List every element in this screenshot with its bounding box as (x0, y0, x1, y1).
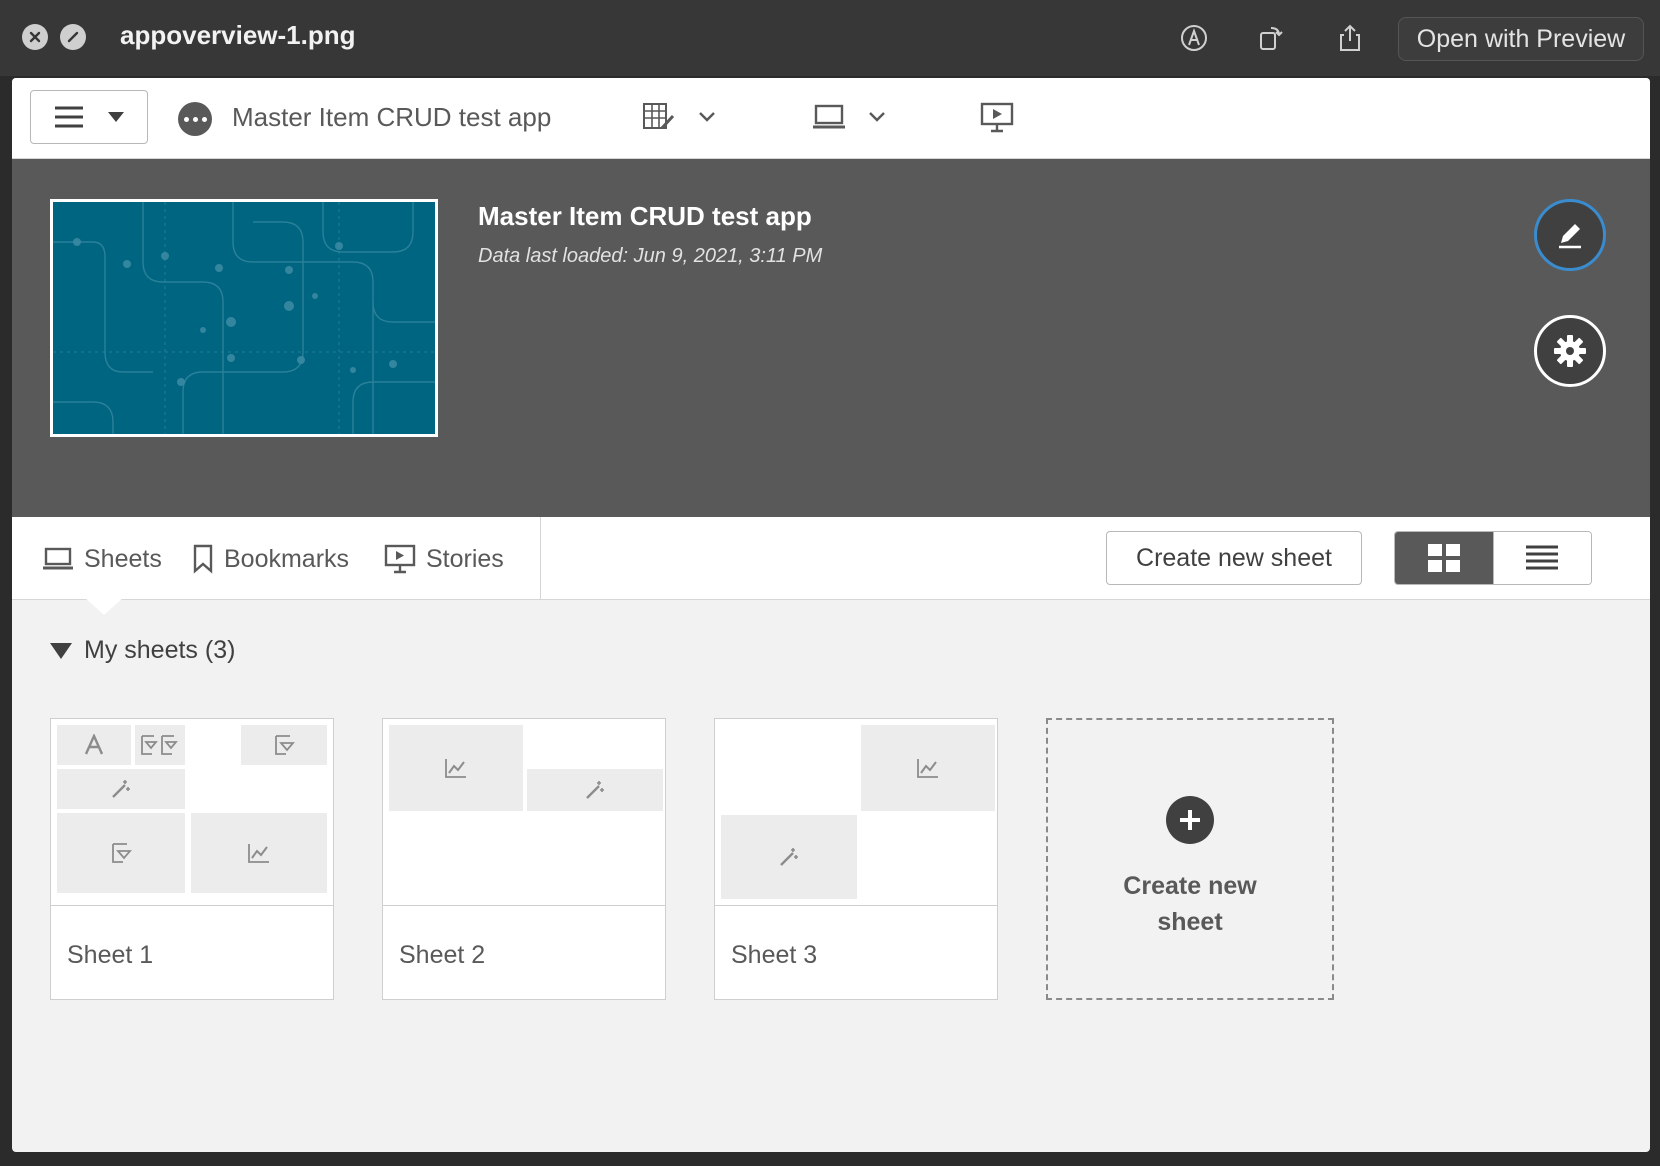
sheet-title: Sheet 3 (731, 941, 818, 969)
tabs-divider (540, 517, 541, 599)
close-window-icon[interactable] (22, 24, 48, 50)
toolbar-app-name: Master Item CRUD test app (232, 102, 552, 132)
sheet-preview (51, 719, 333, 906)
list-view-button[interactable] (1492, 532, 1591, 584)
plus-circle-icon (1166, 796, 1214, 844)
sheets-icon (43, 547, 73, 570)
view-mode-toggle (1394, 531, 1592, 585)
tab-bookmarks[interactable]: Bookmarks (192, 539, 349, 579)
sheet-preview (383, 719, 665, 906)
tab-stories-label: Stories (426, 544, 504, 573)
presentation-icon (980, 102, 1014, 133)
sheet-icon (813, 104, 845, 129)
pencil-icon (1559, 224, 1581, 249)
storytelling-button[interactable] (980, 94, 1014, 140)
tab-stories[interactable]: Stories (384, 539, 504, 579)
data-last-loaded: Data last loaded: Jun 9, 2021, 3:11 PM (478, 245, 823, 267)
sheet-preview (715, 719, 997, 906)
app-window: Master Item CRUD test app Master Item CR… (12, 78, 1650, 1152)
line-chart-icon (861, 725, 995, 811)
filter-pane-icon (57, 813, 185, 893)
section-title: My sheets (3) (84, 636, 236, 664)
create-new-sheet-label: Create new sheet (1123, 872, 1257, 936)
app-overview-header: Master Item CRUD test app Data last load… (12, 159, 1650, 517)
sheet-card[interactable]: Sheet 1 (50, 718, 334, 1000)
grid-view-button[interactable] (1395, 532, 1493, 584)
global-menu-button[interactable] (30, 90, 148, 144)
sheet-card[interactable]: Sheet 2 (382, 718, 666, 1000)
quicklook-titlebar: appoverview-1.png Open with Preview (0, 0, 1660, 76)
rotate-icon[interactable] (1252, 20, 1288, 56)
filter-pane-icon (135, 725, 185, 765)
app-settings-button[interactable] (1534, 315, 1606, 387)
window-title: appoverview-1.png (120, 20, 356, 50)
my-sheets-section-toggle[interactable]: My sheets (3) (50, 636, 235, 665)
app-options-icon[interactable] (178, 102, 212, 136)
app-toolbar: Master Item CRUD test app (12, 78, 1650, 159)
magic-wand-icon (721, 815, 857, 899)
tab-sheets[interactable]: Sheets (42, 539, 162, 579)
create-new-sheet-button[interactable]: Create new sheet (1106, 531, 1362, 585)
data-manager-icon (643, 103, 675, 130)
line-chart-icon (191, 813, 327, 893)
line-chart-icon (389, 725, 523, 811)
gear-icon (1554, 335, 1586, 367)
open-with-preview-button[interactable]: Open with Preview (1398, 17, 1644, 61)
magic-wand-icon (57, 769, 185, 809)
sheets-dropdown[interactable] (812, 94, 886, 140)
edit-app-button[interactable] (1534, 199, 1606, 271)
text-object-icon (57, 725, 131, 765)
chevron-down-icon (699, 112, 715, 122)
sheet-title: Sheet 2 (399, 941, 486, 969)
create-new-sheet-card[interactable]: Create new sheet (1046, 718, 1334, 1000)
markup-icon[interactable] (1176, 20, 1212, 56)
filter-pane-icon (241, 725, 327, 765)
hamburger-icon (55, 106, 83, 128)
app-thumbnail (50, 199, 438, 437)
caret-down-icon (108, 112, 124, 122)
content-tabs-bar: Sheets Bookmarks Stories Create new shee… (12, 517, 1650, 615)
share-icon[interactable] (1332, 20, 1368, 56)
sheet-title: Sheet 1 (67, 941, 154, 969)
fullscreen-disabled-icon[interactable] (60, 24, 86, 50)
tab-bookmarks-label: Bookmarks (224, 544, 350, 573)
sheet-card[interactable]: Sheet 3 (714, 718, 998, 1000)
magic-wand-icon (527, 769, 663, 811)
grid-icon (1427, 544, 1460, 572)
data-manager-dropdown[interactable] (642, 94, 716, 140)
bookmark-icon (193, 544, 213, 574)
active-tab-pointer (84, 597, 124, 615)
app-title: Master Item CRUD test app (478, 201, 812, 231)
chevron-down-icon (869, 112, 885, 122)
list-icon (1526, 545, 1559, 570)
triangle-down-icon (50, 642, 72, 659)
tab-sheets-label: Sheets (84, 544, 162, 573)
stories-icon (384, 544, 416, 574)
